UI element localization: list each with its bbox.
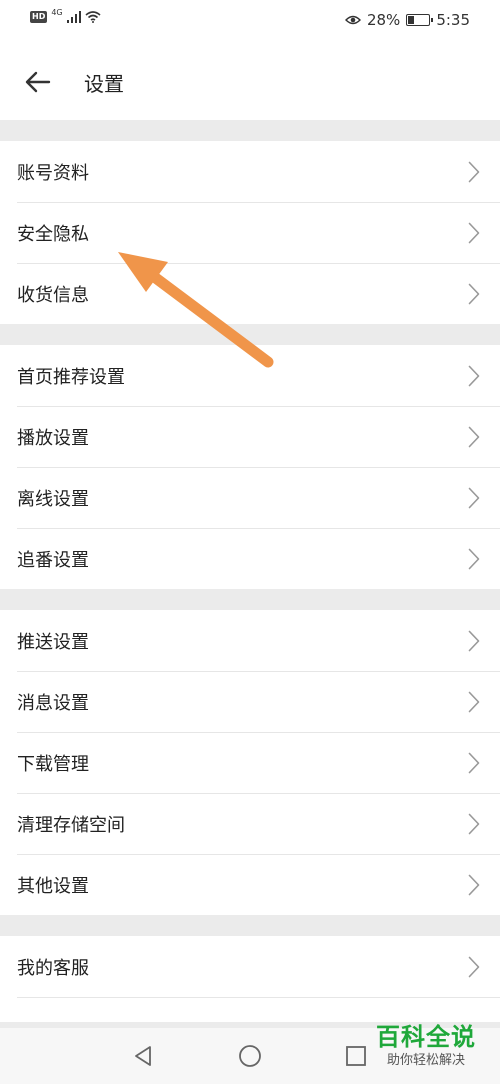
settings-item-label: 追番设置 xyxy=(17,549,89,571)
settings-item[interactable]: 消息设置 xyxy=(0,671,500,732)
settings-item-label: 其他设置 xyxy=(17,875,89,897)
status-right: 28% 5:35 xyxy=(344,11,470,29)
chevron-right-icon xyxy=(468,752,480,774)
square-recents-icon xyxy=(346,1046,366,1066)
settings-item[interactable]: 离线设置 xyxy=(0,467,500,528)
wifi-icon xyxy=(85,11,101,23)
settings-item-label: 账号资料 xyxy=(17,162,89,184)
settings-item-label: 首页推荐设置 xyxy=(17,366,125,388)
settings-item-label: 收货信息 xyxy=(17,284,89,306)
settings-item[interactable]: 下载管理 xyxy=(0,732,500,793)
arrow-left-icon xyxy=(25,71,51,93)
settings-item[interactable]: 清理存储空间 xyxy=(0,793,500,854)
settings-item-label: 推送设置 xyxy=(17,631,89,653)
settings-item-label: 清理存储空间 xyxy=(17,814,125,836)
chevron-right-icon xyxy=(468,161,480,183)
chevron-right-icon xyxy=(468,874,480,896)
settings-item-label: 播放设置 xyxy=(17,427,89,449)
settings-item[interactable]: 播放设置 xyxy=(0,406,500,467)
nav-recents-button[interactable] xyxy=(344,1044,368,1068)
watermark: 百科全说 助你轻松解决 xyxy=(366,1022,486,1070)
watermark-sub: 助你轻松解决 xyxy=(386,1053,465,1068)
triangle-back-icon xyxy=(135,1046,151,1066)
circle-home-icon xyxy=(239,1045,261,1067)
eye-icon xyxy=(344,15,361,25)
settings-item[interactable]: 首页推荐设置 xyxy=(0,345,500,406)
settings-item-label: 离线设置 xyxy=(17,488,89,510)
chevron-right-icon xyxy=(468,548,480,570)
settings-group: 推送设置消息设置下载管理清理存储空间 其他设置 xyxy=(0,610,500,915)
status-left: HD 4G xyxy=(30,7,101,23)
signal-icon xyxy=(66,11,81,23)
clock: 5:35 xyxy=(436,11,470,29)
chevron-right-icon xyxy=(468,426,480,448)
network-type: 4G xyxy=(51,7,63,17)
hd-badge: HD xyxy=(30,11,48,23)
settings-group: 我的客服 xyxy=(0,936,500,1022)
page-title: 设置 xyxy=(84,72,124,96)
settings-group: 首页推荐设置 播放设置离线设置追番设置 xyxy=(0,345,500,589)
settings-item[interactable]: 我的客服 xyxy=(0,936,500,997)
settings-item-label: 安全隐私 xyxy=(17,223,89,245)
settings-item-label: 消息设置 xyxy=(17,692,89,714)
chevron-right-icon xyxy=(468,365,480,387)
nav-back-button[interactable] xyxy=(131,1044,155,1068)
chevron-right-icon xyxy=(468,630,480,652)
chevron-right-icon xyxy=(468,956,480,978)
chevron-right-icon xyxy=(468,487,480,509)
battery-percent: 28% xyxy=(366,11,401,29)
battery-fill xyxy=(408,16,414,24)
settings-item[interactable]: 账号资料 xyxy=(0,141,500,202)
nav-home-button[interactable] xyxy=(238,1044,262,1068)
chevron-right-icon xyxy=(468,691,480,713)
settings-item[interactable]: 其他设置 xyxy=(0,854,500,915)
settings-list: 账号资料安全隐私收货信息首页推荐设置 播放设置离线设置追番设置推送设置消息设置下载… xyxy=(0,120,500,1022)
watermark-main: 百科全说 xyxy=(376,1023,476,1051)
chevron-right-icon xyxy=(468,222,480,244)
settings-item[interactable]: 追番设置 xyxy=(0,528,500,589)
settings-item[interactable]: 推送设置 xyxy=(0,610,500,671)
status-bar: HD 4G 28% 5:35 xyxy=(0,0,500,42)
app-header: 设置 xyxy=(0,42,500,120)
chevron-right-icon xyxy=(468,283,480,305)
settings-group: 账号资料安全隐私收货信息 xyxy=(0,141,500,324)
settings-item-label: 我的客服 xyxy=(17,957,89,979)
chevron-right-icon xyxy=(468,813,480,835)
settings-item-label: 下载管理 xyxy=(17,753,89,775)
settings-item[interactable]: 收货信息 xyxy=(0,263,500,324)
settings-item-partial[interactable] xyxy=(0,997,500,1022)
settings-item[interactable]: 安全隐私 xyxy=(0,202,500,263)
back-button[interactable] xyxy=(20,64,56,100)
battery-icon xyxy=(406,14,434,26)
